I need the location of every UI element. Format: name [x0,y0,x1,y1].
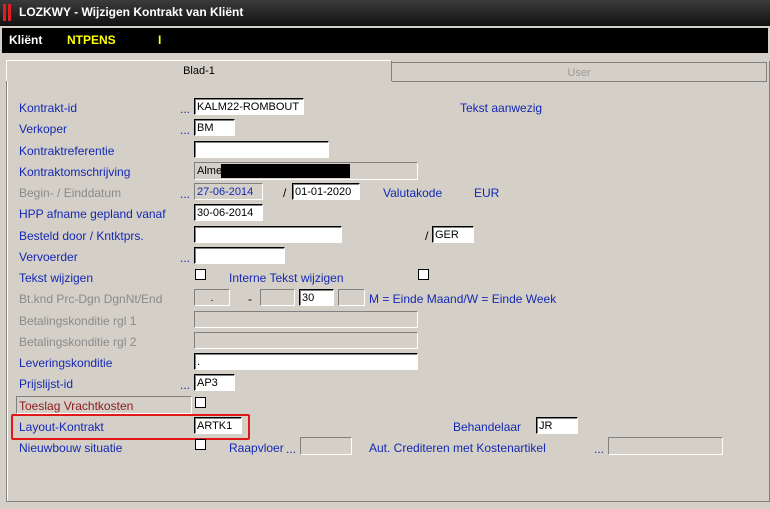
window-title: LOZKWY - Wijzigen Kontrakt van Kliënt [19,5,244,19]
begindatum-field[interactable]: 27-06-2014 [194,183,263,200]
valutakode-value: EUR [474,186,500,200]
raapvloer-field[interactable] [300,437,352,455]
date-separator: / [283,186,287,200]
hpp-label: HPP afname gepland vanaf [19,207,166,221]
begin-einddatum-label: Begin- / Einddatum [19,186,122,200]
client-label: Kliënt [9,33,43,47]
client-code: NTPENS [67,33,116,47]
valutakode-label: Valutakode [383,186,443,200]
behandelaar-label: Behandelaar [453,420,522,434]
app-icon-stripe [3,4,6,21]
toeslag-checkbox[interactable] [195,397,206,408]
tab-user[interactable]: User [391,62,767,82]
kontraktomschrijving-value: Alme [197,165,223,177]
client-bar: Kliënt NTPENS I [2,28,768,53]
tekst-aanwezig-label: Tekst aanwezig [460,101,543,115]
leveringskonditie-field[interactable]: . [194,353,418,370]
nieuwbouw-checkbox[interactable] [195,439,206,450]
btknd-label: Bt.knd Prc-Dgn DgnNt/End [19,292,163,306]
prijslijst-field[interactable]: AP3 [194,374,235,391]
client-suffix: I [158,33,162,47]
title-bar: LOZKWY - Wijzigen Kontrakt van Kliënt [0,0,770,26]
betalingskonditie2-label: Betalingskonditie rgl 2 [19,335,137,349]
layout-kontrakt-label: Layout-Kontrakt [19,420,104,434]
btknd-dash: - [248,292,252,306]
kontraktreferentie-label: Kontraktreferentie [19,144,115,158]
verkoper-label: Verkoper [19,122,68,136]
toeslag-label: Toeslag Vrachtkosten [19,399,134,413]
interne-tekst-checkbox[interactable] [418,269,429,280]
prijslijst-label: Prijslijst-id [19,377,73,391]
leveringskonditie-label: Leveringskonditie [19,356,113,370]
lookup-dots[interactable]: ... [286,443,296,455]
lookup-dots[interactable]: ... [594,443,604,455]
tekst-wijzigen-checkbox[interactable] [195,269,206,280]
besteld-door-field[interactable] [194,226,342,243]
kontraktomschrijving-label: Kontraktomschrijving [19,165,131,179]
kntktprs-field[interactable]: GER [432,226,474,243]
kontrakt-id-label: Kontrakt-id [19,101,78,115]
lookup-dots[interactable]: ... [180,379,190,391]
lookup-dots[interactable]: ... [180,188,190,200]
tekst-wijzigen-label: Tekst wijzigen [19,271,94,285]
app-icon-stripe [8,4,11,21]
verkoper-field[interactable]: BM [194,119,235,136]
aut-crediteren-label: Aut. Crediteren met Kostenartikel [369,441,546,455]
vervoerder-label: Vervoerder [19,250,78,264]
redaction-mask [221,164,350,178]
raapvloer-label: Raapvloer [229,441,284,455]
vervoerder-field[interactable] [194,247,285,264]
btknd-field-3[interactable]: 30 [299,289,334,306]
behandelaar-field[interactable]: JR [536,417,578,434]
aut-crediteren-field[interactable] [608,437,723,455]
lookup-dots[interactable]: ... [180,124,190,136]
btknd-note: M = Einde Maand/W = Einde Week [369,292,557,306]
einddatum-field[interactable]: 01-01-2020 [292,183,360,200]
kontrakt-id-field[interactable]: KALM22-ROMBOUT [194,98,304,115]
hpp-field[interactable]: 30-06-2014 [194,204,263,221]
interne-tekst-label: Interne Tekst wijzigen [229,271,344,285]
kontraktreferentie-field[interactable] [194,141,329,158]
tab-blad-1[interactable]: Blad-1 [6,60,392,81]
btknd-field-4[interactable] [338,289,365,306]
betalingskonditie1-field[interactable] [194,311,418,328]
betalingskonditie2-field[interactable] [194,332,418,349]
kntktprs-separator: / [425,229,429,243]
btknd-field-1[interactable]: . [194,289,230,306]
btknd-field-2[interactable] [260,289,295,306]
lookup-dots[interactable]: ... [180,252,190,264]
layout-kontrakt-field[interactable]: ARTK1 [194,417,242,434]
nieuwbouw-label: Nieuwbouw situatie [19,441,123,455]
besteld-door-label: Besteld door / Kntktprs. [19,229,144,243]
betalingskonditie1-label: Betalingskonditie rgl 1 [19,314,137,328]
lookup-dots[interactable]: ... [180,103,190,115]
